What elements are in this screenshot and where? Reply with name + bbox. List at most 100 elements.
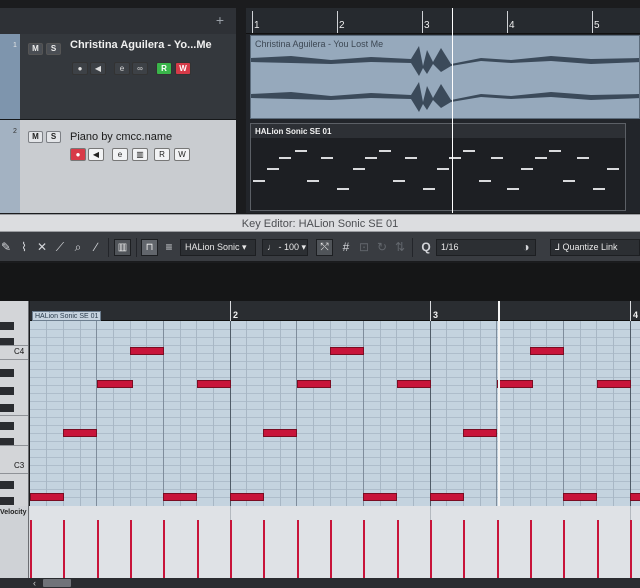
velocity-bar[interactable] <box>163 520 165 578</box>
velocity-bar[interactable] <box>463 520 465 578</box>
horizontal-scrollbar[interactable]: ‹ <box>0 578 640 588</box>
write-automation-button[interactable]: W <box>175 62 191 75</box>
grid-icon[interactable]: # <box>338 239 354 255</box>
project-cursor[interactable] <box>452 8 453 213</box>
midi-note[interactable] <box>263 429 297 437</box>
black-key[interactable] <box>0 404 14 412</box>
velocity-bar[interactable] <box>363 520 365 578</box>
midi-note[interactable] <box>630 493 640 501</box>
velocity-area[interactable] <box>30 506 640 578</box>
track-name[interactable]: Piano by cmcc.name <box>70 131 172 143</box>
midi-note[interactable] <box>497 380 533 388</box>
velocity-bar[interactable] <box>130 520 132 578</box>
midi-note[interactable] <box>97 380 133 388</box>
record-enable-button[interactable]: ● <box>72 62 88 75</box>
velocity-bar[interactable] <box>630 520 632 578</box>
black-key[interactable] <box>0 481 14 489</box>
editor-ruler[interactable]: HALion Sonic SE 01 2 3 4 <box>30 301 640 321</box>
velocity-lane[interactable]: Velocity <box>0 506 640 578</box>
edit-channel-button[interactable]: e <box>114 62 130 75</box>
grid-type-icon[interactable]: ⊡ <box>356 239 372 255</box>
scrollbar-thumb[interactable] <box>43 579 71 587</box>
black-key[interactable] <box>0 387 14 395</box>
note-grid[interactable] <box>30 321 640 506</box>
erase-icon[interactable]: ✕ <box>34 239 50 255</box>
velocity-bar[interactable] <box>197 520 199 578</box>
velocity-field[interactable]: ♩ - 100 ▾ <box>262 239 308 256</box>
audio-event[interactable]: Christina Aguilera - You Lost Me <box>250 35 640 119</box>
velocity-bar[interactable] <box>63 520 65 578</box>
velocity-bar[interactable] <box>263 520 265 578</box>
velocity-bar[interactable] <box>397 520 399 578</box>
editor-cursor[interactable] <box>498 301 500 506</box>
lanes-button[interactable]: ∞ <box>132 62 148 75</box>
quantize-apply-icon[interactable]: ◑ <box>518 239 534 255</box>
midi-note[interactable] <box>197 380 231 388</box>
monitor-button[interactable]: ◀ <box>88 148 104 161</box>
velocity-bar[interactable] <box>597 520 599 578</box>
midi-note[interactable] <box>63 429 97 437</box>
midi-note[interactable] <box>463 429 497 437</box>
velocity-bar[interactable] <box>297 520 299 578</box>
velocity-bar[interactable] <box>230 520 232 578</box>
read-automation-button[interactable]: R <box>156 62 172 75</box>
snap-toggle-icon[interactable]: ⤲ <box>316 239 333 256</box>
midi-note[interactable] <box>563 493 597 501</box>
midi-note[interactable] <box>163 493 197 501</box>
write-automation-button[interactable]: W <box>174 148 190 161</box>
midi-note[interactable] <box>397 380 431 388</box>
add-track-button[interactable]: + <box>216 12 224 28</box>
monitor-button[interactable]: ◀ <box>90 62 106 75</box>
line-icon[interactable]: ∕ <box>88 239 104 255</box>
step-icon[interactable]: ⇅ <box>392 239 408 255</box>
midi-event[interactable]: HALion Sonic SE 01 <box>250 123 626 211</box>
midi-note[interactable] <box>297 380 331 388</box>
audio-waveform <box>251 46 639 112</box>
scroll-left-icon[interactable]: ‹ <box>33 578 36 588</box>
project-timeline[interactable]: 1 2 3 4 5 Christina Aguilera - You Lost … <box>246 8 640 213</box>
zoom-icon[interactable]: ⌕ <box>70 239 86 255</box>
project-ruler[interactable]: 1 2 3 4 5 <box>246 8 640 34</box>
velocity-bar[interactable] <box>430 520 432 578</box>
glue-icon[interactable]: ⌇ <box>16 239 32 255</box>
velocity-bar[interactable] <box>563 520 565 578</box>
midi-note[interactable] <box>230 493 264 501</box>
midi-note[interactable] <box>330 347 364 355</box>
midi-note[interactable] <box>597 380 631 388</box>
grid-column <box>480 321 481 506</box>
instrument-selector[interactable]: HALion Sonic ▾ <box>180 239 256 256</box>
instrument-button[interactable]: ▥ <box>132 148 148 161</box>
midi-note[interactable] <box>130 347 164 355</box>
black-key[interactable] <box>0 497 14 505</box>
velocity-bar[interactable] <box>530 520 532 578</box>
midi-note[interactable] <box>430 493 464 501</box>
velocity-bar[interactable] <box>330 520 332 578</box>
loop-icon[interactable]: ↻ <box>374 239 390 255</box>
solo-button[interactable]: S <box>46 43 61 55</box>
record-enable-button[interactable]: ● <box>70 148 86 161</box>
black-key[interactable] <box>0 422 14 430</box>
velocity-bar[interactable] <box>97 520 99 578</box>
read-automation-button[interactable]: R <box>154 148 170 161</box>
solo-button[interactable]: S <box>46 131 61 143</box>
midi-note[interactable] <box>363 493 397 501</box>
mute-button[interactable]: M <box>28 131 43 143</box>
track-1[interactable]: 1 M S Christina Aguilera - Yo...Me ● ◀ e… <box>0 34 236 120</box>
trim-icon[interactable]: ⟋ <box>52 239 68 255</box>
black-key[interactable] <box>0 369 14 377</box>
mute-button[interactable]: M <box>28 43 43 55</box>
midi-note[interactable] <box>30 493 64 501</box>
black-key[interactable] <box>0 322 14 330</box>
velocity-bar[interactable] <box>30 520 32 578</box>
pencil-icon[interactable]: ✎ <box>0 239 14 255</box>
track-name[interactable]: Christina Aguilera - Yo...Me <box>70 39 212 51</box>
piano-keyboard[interactable]: C4 C3 <box>0 301 29 506</box>
midi-note[interactable] <box>530 347 564 355</box>
track-color-strip <box>0 120 20 213</box>
edit-channel-button[interactable]: e <box>112 148 128 161</box>
quantize-link-selector[interactable]: ⅃ Quantize Link <box>550 239 640 256</box>
piano-icon[interactable]: ▥ <box>114 239 131 256</box>
track-2[interactable]: 2 M S Piano by cmcc.name ● ◀ e ▥ R W <box>0 120 236 213</box>
midi-insert-icon[interactable]: ⊓ <box>141 239 158 256</box>
velocity-bar[interactable] <box>497 520 499 578</box>
